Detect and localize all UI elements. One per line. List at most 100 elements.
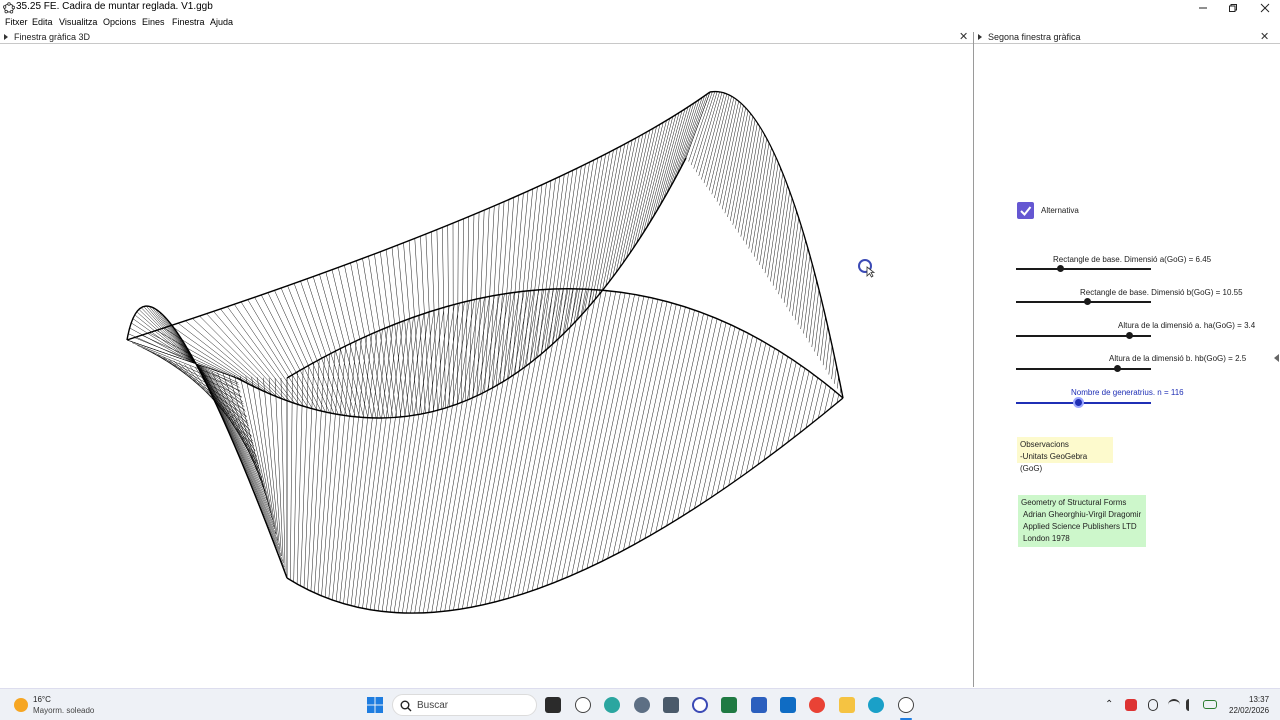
menu-item-fitxer[interactable]: Fitxer	[5, 17, 28, 27]
ruling-line	[493, 288, 554, 603]
ruling-line	[677, 320, 722, 520]
graphics2-canvas[interactable]	[974, 44, 1280, 687]
ruling-line	[134, 314, 244, 403]
reference-line-2: Adrian Gheorghiu-Virgil Dragomir	[1023, 510, 1142, 519]
ruling-line	[499, 197, 515, 384]
geogebra-active-icon[interactable]	[692, 697, 708, 713]
ruling-line	[581, 295, 640, 571]
excel-icon[interactable]	[721, 697, 737, 713]
ruling-line	[476, 210, 485, 396]
geogebra-taskbar-icon[interactable]	[575, 697, 591, 713]
view3d-header: Finestra gràfica 3D ✕	[0, 30, 973, 44]
collapse-triangle-icon[interactable]	[978, 34, 982, 40]
ruling-line	[719, 103, 742, 206]
side-panel-toggle-icon[interactable]	[1274, 354, 1279, 362]
ruling-line	[740, 345, 771, 478]
slider-n-knob[interactable]	[1072, 397, 1084, 408]
task-view-icon[interactable]	[545, 697, 561, 713]
slider-a-track[interactable]	[1016, 268, 1151, 270]
microphone-icon[interactable]	[1148, 699, 1158, 711]
ruling-line	[767, 173, 784, 278]
ruling-line	[448, 293, 505, 611]
cursor-icon	[858, 259, 876, 278]
wifi-icon[interactable]	[1168, 699, 1180, 711]
menu-item-eines[interactable]: Eines	[142, 17, 165, 27]
ruling-line	[669, 101, 697, 189]
ruling-line	[397, 244, 414, 416]
close-window-button[interactable]	[1250, 0, 1280, 16]
menu-item-finestra[interactable]: Finestra	[172, 17, 205, 27]
ruling-line	[734, 342, 767, 482]
slider-hb-track[interactable]	[1016, 368, 1151, 370]
edge-icon[interactable]	[868, 697, 884, 713]
search-label: Buscar	[417, 700, 449, 711]
graphics2-title: Segona finestra gràfica	[988, 32, 1081, 42]
ruling-line	[314, 353, 331, 593]
menu-item-ajuda[interactable]: Ajuda	[210, 17, 233, 27]
ruling-line	[728, 340, 762, 486]
collapse-triangle-icon[interactable]	[4, 34, 8, 40]
ruling-line	[623, 304, 677, 551]
ruling-line	[594, 143, 626, 300]
menu-item-visualitza[interactable]: Visualitza	[59, 17, 97, 27]
alternativa-checkbox[interactable]	[1017, 202, 1034, 219]
ruling-line	[319, 274, 360, 418]
minimize-button[interactable]	[1188, 0, 1218, 16]
weather-desc[interactable]: Mayorm. soleado	[33, 706, 94, 715]
word-icon[interactable]	[751, 697, 767, 713]
slider-b-knob[interactable]	[1084, 298, 1092, 305]
chrome-icon[interactable]	[809, 697, 825, 713]
ruling-line	[321, 348, 341, 596]
tray-chevron-icon[interactable]: ⌃	[1105, 699, 1113, 710]
ruling-line	[337, 267, 373, 418]
windows-start-icon[interactable]	[367, 697, 383, 713]
ruling-line	[484, 205, 495, 393]
ruling-line	[778, 197, 793, 295]
battery-icon[interactable]	[1203, 700, 1217, 709]
menu-item-edita[interactable]: Edita	[32, 17, 53, 27]
close-view3d-icon[interactable]: ✕	[959, 30, 968, 43]
ruling-line	[414, 238, 426, 414]
slider-ha-knob[interactable]	[1125, 332, 1133, 339]
calculator-icon[interactable]	[663, 697, 679, 713]
ruling-line	[781, 204, 795, 299]
tray-app-icon[interactable]	[1125, 699, 1137, 711]
maximize-button[interactable]	[1218, 0, 1248, 16]
ruling-line	[541, 290, 602, 588]
alternativa-label: Alternativa	[1041, 206, 1079, 215]
ruling-line	[290, 374, 293, 581]
ruling-line	[343, 333, 373, 604]
clock-time[interactable]: 13:37	[1249, 695, 1269, 704]
ruling-line	[729, 113, 751, 221]
ruling-line	[274, 378, 284, 564]
ruling-line	[649, 311, 700, 536]
ruling-line	[136, 311, 245, 407]
ruling-line	[380, 251, 402, 417]
close-graphics2-icon[interactable]: ✕	[1260, 30, 1269, 43]
menu-item-opcions[interactable]: Opcions	[103, 17, 136, 27]
ruling-line	[381, 313, 425, 612]
volume-icon[interactable]	[1186, 699, 1198, 711]
ruling-line	[420, 236, 430, 413]
slider-hb-knob[interactable]	[1113, 365, 1121, 372]
ruling-line	[418, 300, 470, 614]
taskbar-search[interactable]: Buscar	[392, 694, 537, 716]
geogebra-app-taskbar-icon[interactable]	[898, 697, 914, 713]
view3d-canvas[interactable]	[0, 44, 973, 687]
outlook-icon[interactable]	[780, 697, 796, 713]
ruling-line	[507, 288, 569, 599]
slider-a-knob[interactable]	[1057, 265, 1065, 272]
ruling-line	[727, 110, 749, 218]
ruling-line	[126, 339, 238, 379]
photos-app-icon[interactable]	[604, 697, 620, 713]
file-explorer-icon[interactable]	[839, 697, 855, 713]
ruling-line	[608, 136, 640, 282]
observations-title: Observacions	[1020, 440, 1069, 449]
ruling-line	[814, 298, 822, 352]
ruling-line	[406, 304, 455, 614]
weather-temp[interactable]: 16°C	[33, 695, 51, 704]
settings-gear-icon[interactable]	[634, 697, 650, 713]
ruling-line	[789, 225, 802, 312]
weather-sun-icon[interactable]	[14, 698, 28, 712]
clock-date[interactable]: 22/02/2026	[1229, 706, 1269, 715]
